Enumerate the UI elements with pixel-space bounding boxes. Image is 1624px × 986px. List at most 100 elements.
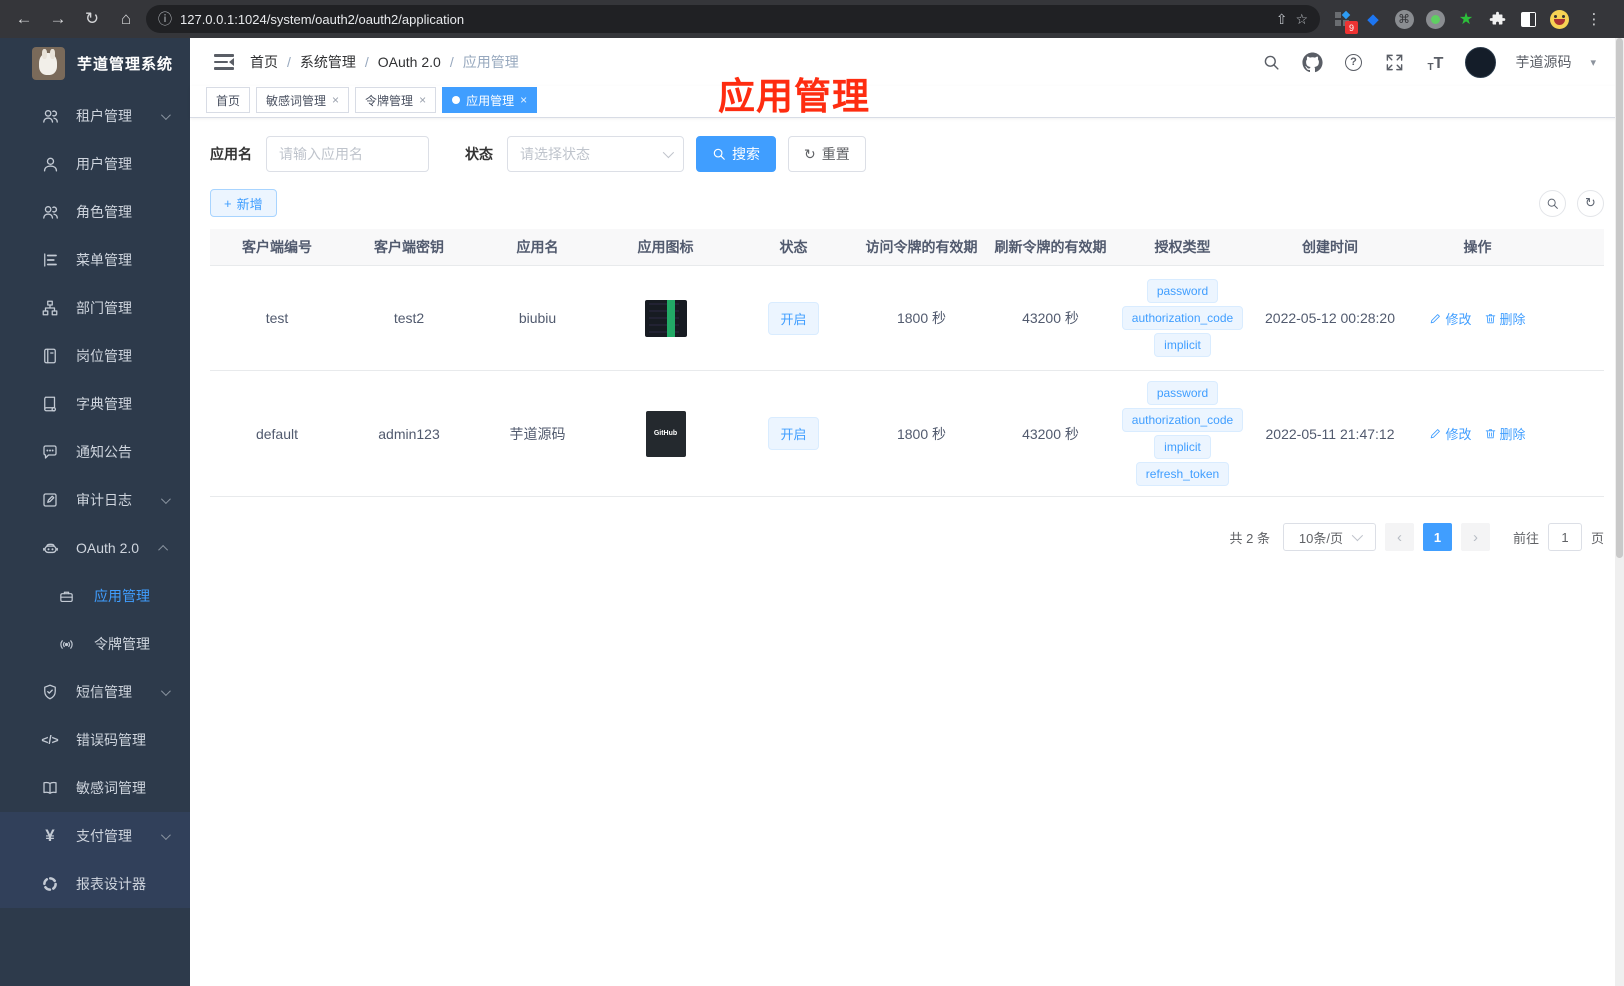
- username[interactable]: 芋道源码: [1515, 52, 1571, 72]
- chevron-down-icon: [662, 146, 675, 159]
- sidebar-item-oauth[interactable]: OAuth 2.0: [0, 524, 190, 572]
- bookmark-star-icon[interactable]: ☆: [1295, 11, 1308, 28]
- table-search-toggle-button[interactable]: [1539, 189, 1566, 217]
- org-chart-icon: [40, 298, 60, 318]
- next-page-button[interactable]: ›: [1460, 523, 1490, 551]
- table-row: default admin123 芋道源码 GitHub 开启 1800 秒 4…: [210, 371, 1604, 497]
- help-icon[interactable]: ?: [1342, 51, 1364, 73]
- extension-star-icon[interactable]: ★: [1456, 9, 1476, 29]
- page-scrollbar[interactable]: [1615, 38, 1624, 986]
- reset-button[interactable]: ↻ 重置: [788, 136, 866, 172]
- user-avatar[interactable]: [1465, 46, 1497, 78]
- status-select[interactable]: 请选择状态: [507, 136, 684, 172]
- breadcrumb-system[interactable]: 系统管理: [300, 52, 356, 72]
- grant-type-tag: implicit: [1154, 333, 1211, 357]
- users-icon: [40, 106, 60, 126]
- grant-type-tag: authorization_code: [1121, 306, 1244, 330]
- edit-button[interactable]: 修改: [1429, 309, 1472, 328]
- sidebar-item-report[interactable]: 报表设计器: [0, 860, 190, 908]
- page-number-button[interactable]: 1: [1422, 523, 1452, 551]
- close-icon[interactable]: ×: [520, 93, 527, 107]
- sidebar-item-dept[interactable]: 部门管理: [0, 284, 190, 332]
- search-icon[interactable]: [1260, 51, 1282, 73]
- chevron-down-icon: [160, 493, 171, 504]
- sidebar-toggle-icon[interactable]: [214, 54, 234, 70]
- browser-home-button[interactable]: ⌂: [112, 5, 140, 33]
- sidebar-item-user[interactable]: 用户管理: [0, 140, 190, 188]
- extension-command-icon[interactable]: ⌘: [1394, 9, 1414, 29]
- sidebar-item-sms[interactable]: 短信管理: [0, 668, 190, 716]
- app-icon-thumbnail: GitHub: [645, 410, 686, 457]
- chevron-down-icon: [160, 109, 171, 120]
- browser-reload-button[interactable]: ↻: [78, 5, 106, 33]
- profile-avatar-icon[interactable]: [1549, 9, 1569, 29]
- app-name-label: 应用名: [210, 146, 252, 162]
- add-button[interactable]: + 新增: [210, 189, 277, 217]
- tab-application[interactable]: 应用管理 ×: [442, 87, 538, 113]
- status-placeholder: 请选择状态: [520, 146, 590, 162]
- close-icon[interactable]: ×: [332, 93, 339, 107]
- table-refresh-button[interactable]: ↻: [1577, 189, 1604, 217]
- trash-icon: [1485, 429, 1495, 439]
- extension-gem-icon[interactable]: ◆: [1363, 9, 1383, 29]
- sidebar-item-post[interactable]: 岗位管理: [0, 332, 190, 380]
- extensions-puzzle-icon[interactable]: [1487, 9, 1507, 29]
- briefcase-icon: [56, 586, 76, 606]
- sidebar-item-tenant[interactable]: 租户管理: [0, 92, 190, 140]
- pagination: 共 2 条 10条/页 ‹ 1 › 前往 页: [210, 523, 1604, 551]
- browser-back-button[interactable]: ←: [10, 5, 38, 33]
- sidebar-item-audit[interactable]: 审计日志: [0, 476, 190, 524]
- annotation-title: 应用管理: [718, 76, 870, 117]
- user-menu-caret-icon[interactable]: ▾: [1590, 56, 1596, 69]
- font-size-icon[interactable]: TT: [1424, 51, 1446, 73]
- active-dot: [452, 96, 461, 104]
- refresh-icon: ↻: [804, 145, 816, 162]
- page-size-select[interactable]: 10条/页: [1282, 523, 1376, 551]
- breadcrumb-oauth[interactable]: OAuth 2.0: [378, 54, 441, 70]
- sidebar-item-application[interactable]: 应用管理: [0, 572, 190, 620]
- fullscreen-icon[interactable]: [1383, 51, 1405, 73]
- goto-page-input[interactable]: [1547, 523, 1582, 551]
- badge-book-icon: [40, 346, 60, 366]
- sidepanel-icon[interactable]: [1518, 9, 1538, 29]
- browser-forward-button[interactable]: →: [44, 5, 72, 33]
- header-actions: ? TT 芋道源码 ▾: [1260, 46, 1596, 78]
- tab-token[interactable]: 令牌管理 ×: [355, 87, 437, 113]
- site-info-icon[interactable]: ⓘ: [158, 9, 172, 29]
- main-area: 应用管理 首页 / 系统管理 / OAuth 2.0 / 应用管理 ? TT 芋…: [190, 38, 1624, 986]
- edit-log-icon: [40, 490, 60, 510]
- plus-icon: +: [224, 195, 232, 211]
- sidebar-item-pay[interactable]: ¥ 支付管理: [0, 812, 190, 860]
- sidebar-item-menu[interactable]: 菜单管理: [0, 236, 190, 284]
- message-icon: [40, 442, 60, 462]
- page-unit-label: 页: [1590, 530, 1604, 546]
- sidebar-item-token[interactable]: 令牌管理: [0, 620, 190, 668]
- address-bar[interactable]: ⓘ 127.0.0.1:1024/system/oauth2/oauth2/ap…: [146, 5, 1320, 33]
- sidebar-item-sensitive[interactable]: 敏感词管理: [0, 764, 190, 812]
- delete-button[interactable]: 删除: [1484, 309, 1526, 328]
- tab-sensitive[interactable]: 敏感词管理 ×: [256, 87, 350, 113]
- share-icon[interactable]: ⇧: [1276, 11, 1288, 28]
- extension-recorder-icon[interactable]: [1425, 9, 1445, 29]
- app-name-input[interactable]: [266, 136, 429, 172]
- applications-table: 客户端编号 客户端密钥 应用名 应用图标 状态 访问令牌的有效期 刷新令牌的有效…: [210, 229, 1604, 497]
- delete-button[interactable]: 删除: [1484, 424, 1526, 443]
- segments-icon: [40, 874, 60, 894]
- app-header: 首页 / 系统管理 / OAuth 2.0 / 应用管理 ? TT 芋道源码 ▾: [190, 38, 1624, 86]
- sidebar-item-errcode[interactable]: </> 错误码管理: [0, 716, 190, 764]
- prev-page-button[interactable]: ‹: [1384, 523, 1414, 551]
- github-icon[interactable]: [1301, 51, 1323, 73]
- close-icon[interactable]: ×: [419, 93, 426, 107]
- search-button[interactable]: 搜索: [696, 136, 776, 172]
- extension-grid-icon[interactable]: 9: [1332, 9, 1358, 34]
- sidebar-item-notice[interactable]: 通知公告: [0, 428, 190, 476]
- sidebar-item-dict[interactable]: 字典管理: [0, 380, 190, 428]
- grant-type-tag: password: [1146, 279, 1219, 303]
- sidebar-item-role[interactable]: 角色管理: [0, 188, 190, 236]
- scrollbar-thumb[interactable]: [1616, 38, 1623, 558]
- tab-home[interactable]: 首页: [206, 87, 251, 113]
- signal-icon: [56, 634, 76, 654]
- breadcrumb-home[interactable]: 首页: [250, 52, 278, 72]
- edit-button[interactable]: 修改: [1429, 424, 1472, 443]
- browser-menu-icon[interactable]: ⋮: [1580, 5, 1608, 33]
